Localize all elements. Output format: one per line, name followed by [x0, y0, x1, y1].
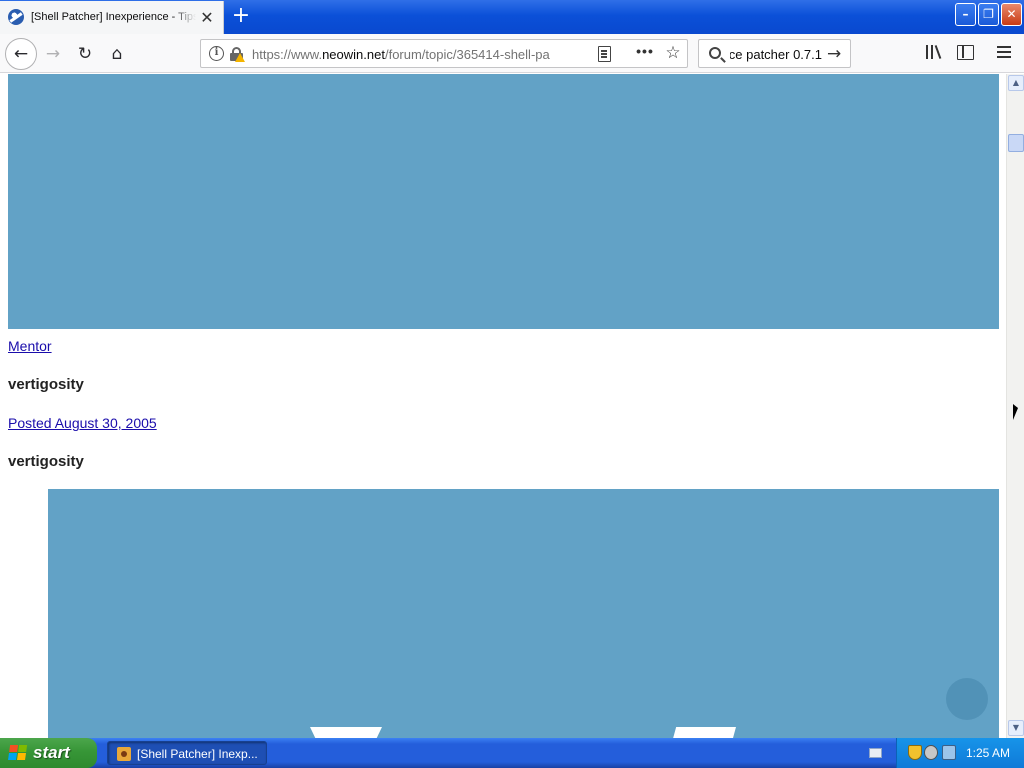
address-bar[interactable]: i https://www.neowin.net/forum/topic/365… [200, 39, 688, 68]
clock[interactable]: 1:25 AM [966, 746, 1010, 760]
page-viewport: Mentor vertigosity Posted August 30, 200… [0, 74, 1006, 738]
taskbar-window-label: [Shell Patcher] Inexp... [137, 747, 258, 761]
scroll-up-icon[interactable]: ▲ [1008, 75, 1024, 91]
taskbar: start [Shell Patcher] Inexp... 1:25 AM [0, 738, 1024, 768]
image-shape-left [310, 727, 382, 738]
library-icon[interactable] [924, 45, 944, 61]
search-icon [709, 47, 721, 59]
tab-strip: [Shell Patcher] Inexperience - Tips ✕ + … [0, 0, 1024, 34]
scroll-down-icon[interactable]: ▼ [1008, 720, 1024, 736]
taskbar-window-button[interactable]: [Shell Patcher] Inexp... [107, 741, 267, 765]
windows-logo-icon [8, 745, 28, 761]
start-button[interactable]: start [0, 738, 97, 768]
reader-view-icon[interactable] [598, 46, 611, 62]
bookmark-star-icon[interactable]: ☆ [663, 43, 683, 63]
home-button[interactable]: ⌂ [103, 40, 131, 68]
tab-close-icon[interactable]: ✕ [198, 9, 216, 27]
tab-active[interactable]: [Shell Patcher] Inexperience - Tips ✕ [0, 1, 224, 34]
site-info-icon[interactable]: i [209, 46, 224, 61]
forward-button[interactable]: → [39, 40, 67, 68]
minimize-button[interactable]: – [955, 3, 976, 26]
mouse-cursor-icon [1013, 404, 1018, 420]
new-tab-button[interactable]: + [229, 4, 253, 28]
keyboard-icon[interactable] [869, 748, 882, 758]
page-actions-icon[interactable]: ••• [633, 43, 657, 63]
reload-button[interactable]: ↻ [71, 40, 99, 68]
insecure-lock-icon[interactable] [230, 47, 245, 62]
restore-button[interactable]: ❐ [978, 3, 999, 26]
post-author-name: vertigosity [8, 376, 84, 393]
sidebar-toggle-icon[interactable] [957, 45, 974, 60]
search-bar[interactable]: ce patcher 0.7.1 → [698, 39, 851, 68]
url-text[interactable]: https://www.neowin.net/forum/topic/36541… [252, 47, 572, 63]
hamburger-menu-icon[interactable] [997, 46, 1012, 59]
navigation-toolbar: ← → ↻ ⌂ i https://www.neowin.net/forum/t… [0, 34, 1024, 73]
firefox-app-icon [117, 747, 131, 761]
image-shape-right [668, 727, 736, 738]
close-window-button[interactable]: ✕ [1001, 3, 1022, 26]
post-screenshot-image [48, 489, 999, 738]
neowin-favicon-icon [8, 9, 24, 25]
media-disc-icon[interactable] [924, 745, 938, 760]
post-date-link[interactable]: Posted August 30, 2005 [8, 415, 157, 431]
security-shield-icon[interactable] [908, 745, 922, 760]
scrollbar-thumb[interactable] [1008, 134, 1024, 152]
tab-title: [Shell Patcher] Inexperience - Tips [31, 11, 196, 23]
embedded-image-top [8, 74, 999, 329]
system-tray: 1:25 AM [896, 738, 1024, 768]
back-button[interactable]: ← [5, 38, 37, 70]
search-go-icon[interactable]: → [827, 44, 845, 64]
search-input[interactable]: ce patcher 0.7.1 [730, 47, 822, 63]
post-author-name-secondary: vertigosity [8, 453, 84, 470]
network-icon[interactable] [942, 745, 956, 760]
floating-action-circle[interactable] [946, 678, 988, 720]
start-label: start [33, 743, 70, 762]
mentor-link[interactable]: Mentor [8, 338, 52, 354]
